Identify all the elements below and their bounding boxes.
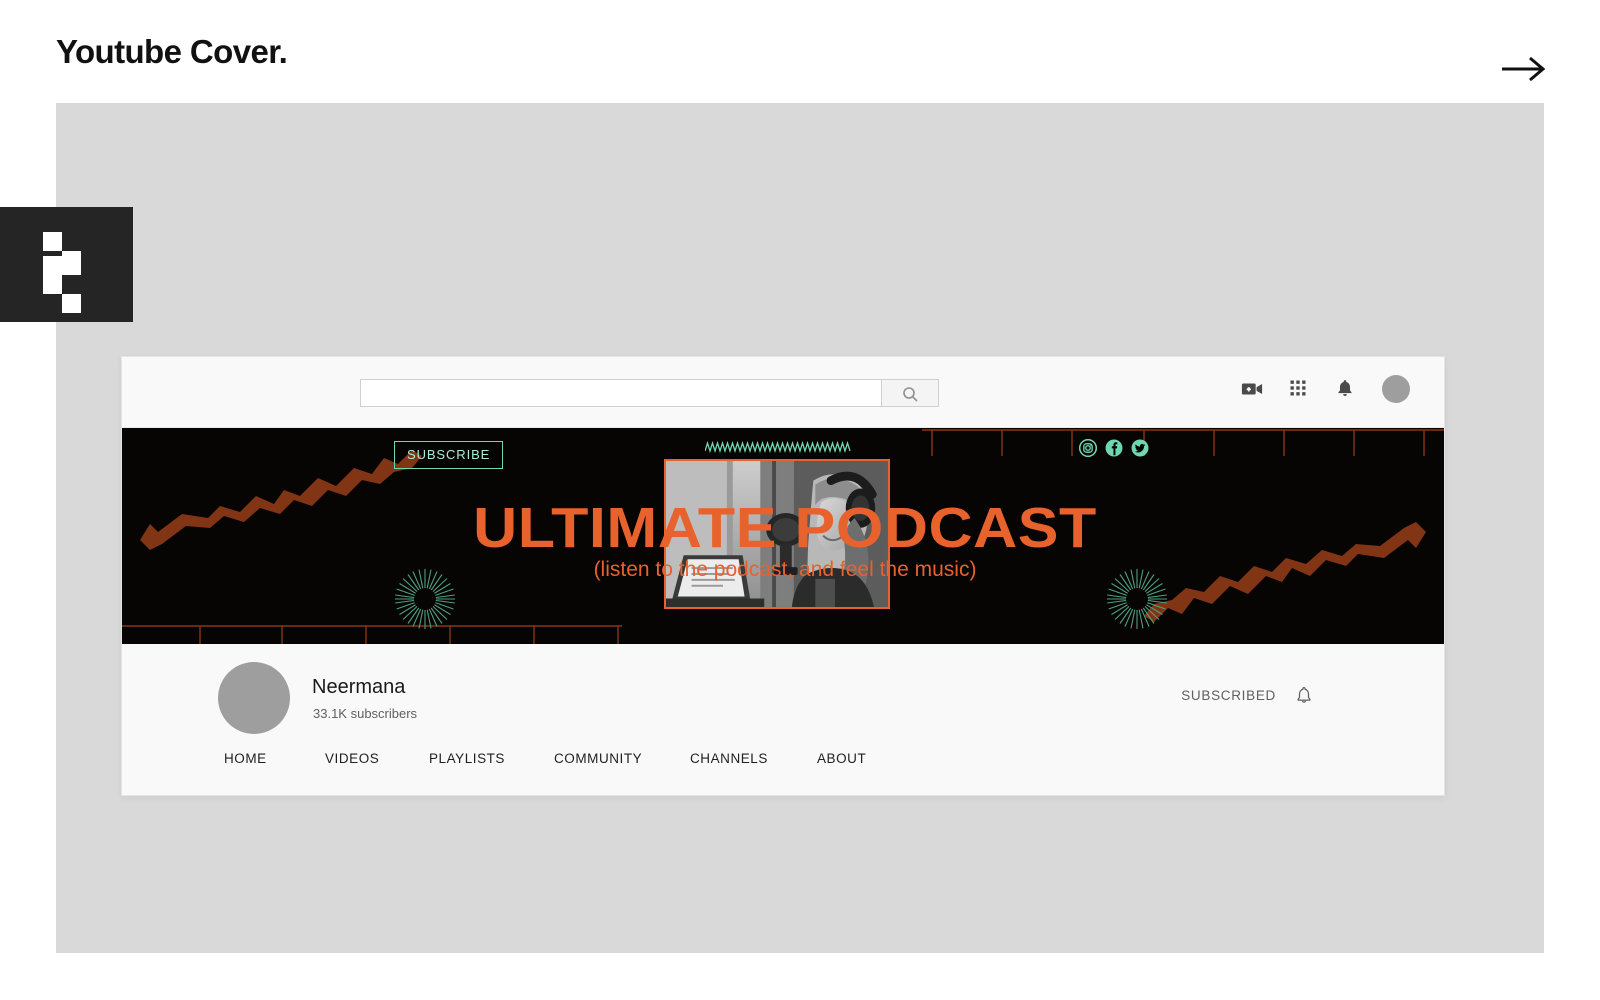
tab-home[interactable]: HOME [224, 751, 325, 766]
search-icon[interactable] [881, 379, 939, 407]
channel-subscriber-count: 33.1K subscribers [313, 706, 418, 721]
subscribed-group: SUBSCRIBED [1181, 684, 1314, 706]
banner-subtitle: (listen to the podcast, and feel the mus… [593, 558, 977, 581]
logo-pixel [62, 251, 81, 270]
logo-pixel [62, 294, 81, 313]
banner-title: ULTIMATE PODCAST [473, 496, 1097, 560]
facebook-icon[interactable] [1105, 439, 1123, 457]
bell-icon[interactable] [1335, 378, 1357, 400]
banner-social-links [1078, 438, 1149, 458]
arrow-right-icon[interactable] [1500, 50, 1548, 88]
search-bar [360, 379, 939, 407]
channel-tabs: HOME VIDEOS PLAYLISTS COMMUNITY CHANNELS… [224, 751, 917, 766]
pixel-logo-icon [0, 207, 133, 322]
banner-subscribe-button[interactable]: SUBSCRIBE [394, 441, 504, 469]
sunburst-decoration [1107, 569, 1167, 629]
tab-playlists[interactable]: PLAYLISTS [429, 751, 554, 766]
logo-pixel [43, 232, 62, 251]
banner-grid-bottom [122, 625, 622, 644]
tab-community[interactable]: COMMUNITY [554, 751, 690, 766]
channel-avatar[interactable] [218, 662, 290, 734]
account-avatar[interactable] [1382, 375, 1410, 403]
subscribed-button[interactable]: SUBSCRIBED [1181, 688, 1276, 703]
apps-grid-icon[interactable] [1288, 378, 1310, 400]
sunburst-decoration [395, 569, 455, 629]
bell-outline-icon[interactable] [1294, 684, 1314, 706]
channel-name: Neermana [312, 676, 406, 698]
page-root: Youtube Cover. SUBSCRIBE ULTIMATE PODCAS… [0, 0, 1600, 1000]
page-title: Youtube Cover. [56, 33, 288, 70]
channel-banner: SUBSCRIBE ULTIMATE PODCAST (listen to th… [122, 428, 1444, 644]
banner-grid-top [922, 429, 1444, 456]
youtube-header-bar [122, 357, 1444, 428]
zigzag-wave-decoration [705, 440, 851, 454]
zigzag-ribbon-decoration [1144, 522, 1426, 622]
logo-pixel [43, 256, 62, 294]
twitter-icon[interactable] [1131, 439, 1149, 457]
channel-info-bar: Neermana 33.1K subscribers SUBSCRIBED HO… [122, 644, 1444, 795]
tab-about[interactable]: ABOUT [817, 751, 917, 766]
search-input[interactable] [360, 379, 881, 407]
tab-videos[interactable]: VIDEOS [325, 751, 429, 766]
youtube-channel-mockup: SUBSCRIBE ULTIMATE PODCAST (listen to th… [121, 356, 1445, 796]
tab-channels[interactable]: CHANNELS [690, 751, 817, 766]
instagram-icon[interactable] [1078, 438, 1098, 458]
header-icon-group [1241, 375, 1410, 403]
create-video-icon[interactable] [1241, 378, 1263, 400]
